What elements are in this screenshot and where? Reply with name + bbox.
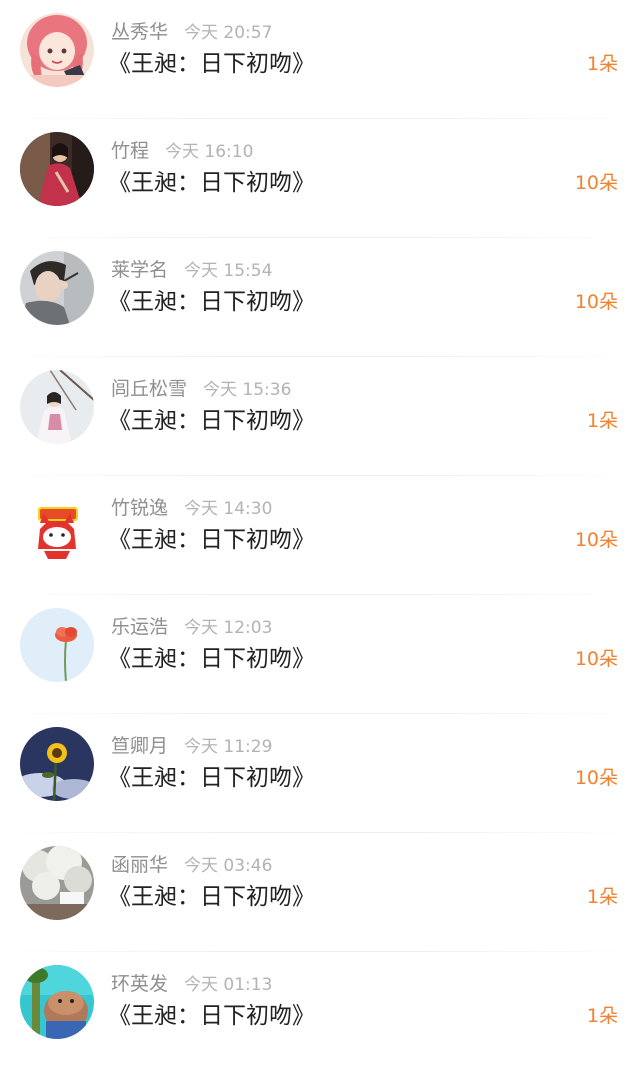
user-name: 笪卿月 — [111, 735, 169, 757]
avatar[interactable] — [20, 13, 94, 87]
gift-record-list: 丛秀华 今天 20:57 《王昶：日下初吻》 1朵 竹程 今天 16:10 《王昶：… — [0, 0, 640, 1059]
flower-count: 10朵 — [574, 648, 618, 670]
timestamp: 今天 03:46 — [184, 856, 273, 876]
flower-count: 1朵 — [586, 410, 618, 432]
timestamp: 今天 15:54 — [184, 261, 273, 281]
book-title: 《王昶：日下初吻》 — [108, 646, 315, 672]
anime-girl-avatar-icon — [20, 13, 94, 87]
book-title: 《王昶：日下初吻》 — [108, 408, 315, 434]
avatar[interactable] — [20, 846, 94, 920]
list-item[interactable]: 笪卿月 今天 11:29 《王昶：日下初吻》 10朵 — [0, 714, 640, 833]
book-title: 《王昶：日下初吻》 — [108, 765, 315, 791]
avatar[interactable] — [20, 370, 94, 444]
avatar[interactable] — [20, 132, 94, 206]
user-name: 丛秀华 — [111, 21, 169, 43]
red-poppy-avatar-icon — [20, 608, 94, 682]
user-name: 闾丘松雪 — [111, 378, 188, 400]
book-title: 《王昶：日下初吻》 — [108, 527, 315, 553]
timestamp: 今天 12:03 — [184, 618, 273, 638]
flower-count: 1朵 — [586, 1005, 618, 1027]
flower-count: 10朵 — [574, 529, 618, 551]
avatar[interactable] — [20, 251, 94, 325]
flower-count: 1朵 — [586, 53, 618, 75]
list-item[interactable]: 环英发 今天 01:13 《王昶：日下初吻》 1朵 — [0, 952, 640, 1071]
timestamp: 今天 16:10 — [165, 142, 254, 162]
flower-count: 1朵 — [586, 886, 618, 908]
flower-count: 10朵 — [574, 767, 618, 789]
list-item[interactable]: 闾丘松雪 今天 15:36 《王昶：日下初吻》 1朵 — [0, 357, 640, 476]
list-item[interactable]: 函丽华 今天 03:46 《王昶：日下初吻》 1朵 — [0, 833, 640, 952]
user-name: 莱学名 — [111, 259, 169, 281]
list-item[interactable]: 丛秀华 今天 20:57 《王昶：日下初吻》 1朵 — [0, 0, 640, 119]
timestamp: 今天 20:57 — [184, 23, 273, 43]
timestamp: 今天 15:36 — [203, 380, 292, 400]
book-title: 《王昶：日下初吻》 — [108, 289, 315, 315]
timestamp: 今天 11:29 — [184, 737, 273, 757]
avatar[interactable] — [20, 965, 94, 1039]
user-name: 函丽华 — [111, 854, 169, 876]
avatar[interactable] — [20, 489, 94, 563]
user-name: 竹程 — [111, 140, 150, 162]
book-title: 《王昶：日下初吻》 — [108, 1003, 315, 1029]
list-item[interactable]: 莱学名 今天 15:54 《王昶：日下初吻》 10朵 — [0, 238, 640, 357]
young-man-avatar-icon — [20, 251, 94, 325]
avatar[interactable] — [20, 608, 94, 682]
cartoon-bear-avatar-icon — [20, 965, 94, 1039]
book-title: 《王昶：日下初吻》 — [108, 170, 315, 196]
flower-count: 10朵 — [574, 172, 618, 194]
user-name: 乐运浩 — [111, 616, 169, 638]
flower-count: 10朵 — [574, 291, 618, 313]
avatar[interactable] — [20, 727, 94, 801]
sunflower-sky-avatar-icon — [20, 727, 94, 801]
user-name: 竹锐逸 — [111, 497, 169, 519]
timestamp: 今天 14:30 — [184, 499, 273, 519]
cartoon-fox-avatar-icon — [20, 489, 94, 563]
list-item[interactable]: 乐运浩 今天 12:03 《王昶：日下初吻》 10朵 — [0, 595, 640, 714]
blossom-tree-avatar-icon — [20, 846, 94, 920]
list-item[interactable]: 竹锐逸 今天 14:30 《王昶：日下初吻》 10朵 — [0, 476, 640, 595]
woman-red-dress-avatar-icon — [20, 132, 94, 206]
list-item[interactable]: 竹程 今天 16:10 《王昶：日下初吻》 10朵 — [0, 119, 640, 238]
girl-in-snow-avatar-icon — [20, 370, 94, 444]
timestamp: 今天 01:13 — [184, 975, 273, 995]
book-title: 《王昶：日下初吻》 — [108, 51, 315, 77]
user-name: 环英发 — [111, 973, 169, 995]
book-title: 《王昶：日下初吻》 — [108, 884, 315, 910]
